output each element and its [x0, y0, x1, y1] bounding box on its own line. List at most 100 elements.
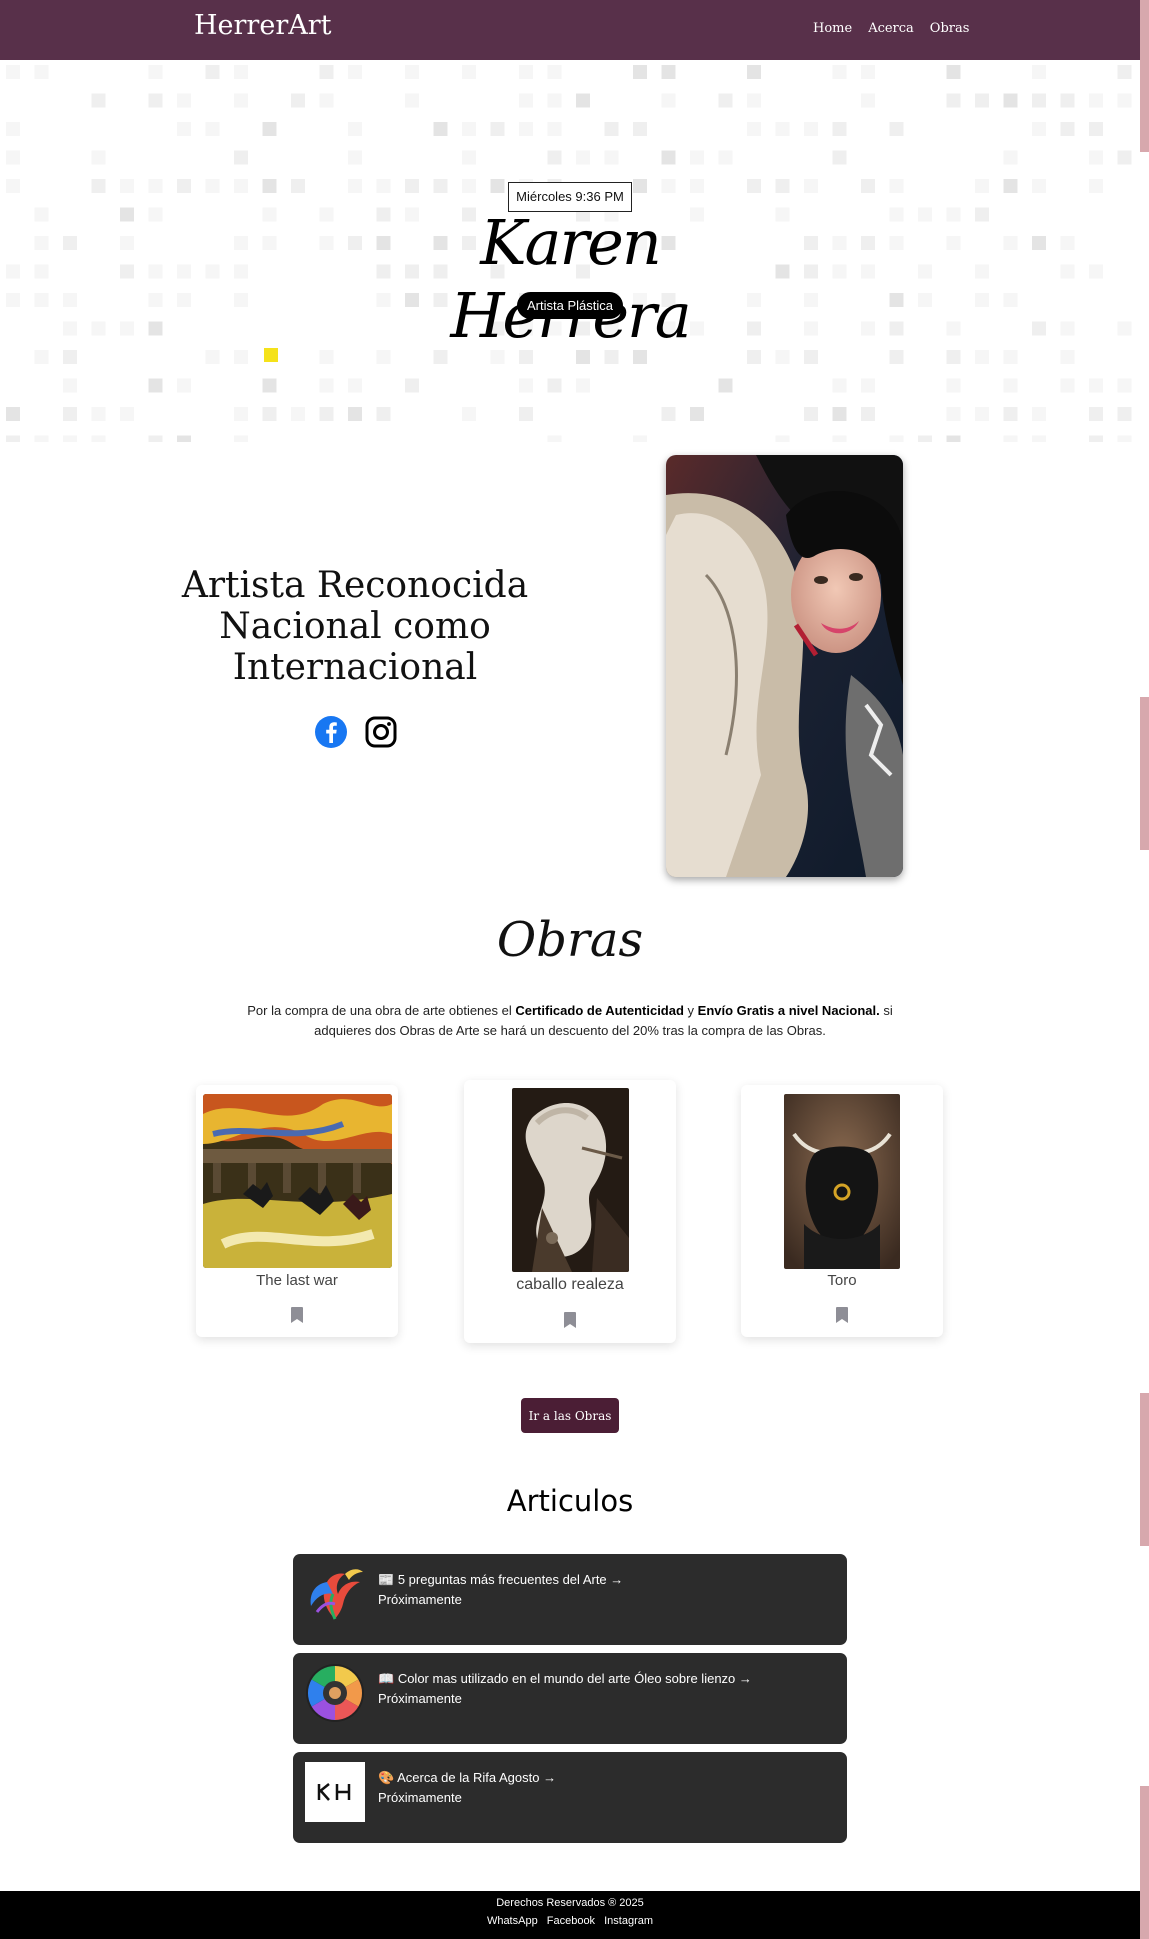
artwork-title: caballo realeza — [516, 1276, 624, 1293]
hero-grid-cell — [1089, 378, 1103, 393]
hero-grid-cell — [177, 122, 191, 136]
hero-grid-cell — [690, 150, 704, 165]
hero-grid-cell — [120, 264, 134, 279]
hero-grid-cell — [718, 150, 733, 165]
hero-grid-cell — [1032, 236, 1046, 250]
hero-grid-cell — [889, 179, 904, 193]
hero-grid-cell — [177, 378, 191, 393]
hero-grid-cell — [547, 93, 562, 108]
hero-grid-cell — [490, 122, 505, 136]
article-card[interactable]: 📖 Color mas utilizado en el mundo del ar… — [293, 1653, 847, 1744]
article-status: Próximamente — [378, 1691, 462, 1706]
nav-link-obras[interactable]: Obras — [930, 21, 970, 36]
hero-grid-cell — [462, 65, 476, 79]
artwork-image-the-last-war[interactable] — [203, 1094, 392, 1268]
hero-grid-cell — [519, 378, 533, 393]
hero-grid-cell — [6, 435, 20, 442]
hero-grid-cell — [946, 407, 961, 421]
hero-grid-cell — [804, 293, 818, 307]
hero-grid-cell — [633, 179, 647, 193]
article-card[interactable]: 📰 5 preguntas más frecuentes del Arte → … — [293, 1554, 847, 1645]
hero-grid-cell — [946, 93, 961, 108]
hero-grid-cell — [975, 179, 989, 193]
hero-grid-cell — [148, 65, 163, 79]
hero-grid-cell — [319, 207, 334, 222]
bookmark-icon[interactable] — [563, 1312, 577, 1328]
artist-name-title: Karen Herrera — [450, 206, 691, 352]
hero-grid-cell — [661, 407, 676, 421]
hero-grid-cell — [661, 150, 676, 165]
hero-grid-cell — [205, 65, 220, 79]
footer-link-facebook[interactable]: Facebook — [547, 1915, 595, 1927]
hero-grid-cell — [148, 378, 163, 393]
artwork-card[interactable]: caballo realeza — [464, 1080, 676, 1343]
hero-grid-cell — [918, 264, 932, 279]
copyright-text: Derechos Reservados ® 2025 — [496, 1897, 644, 1909]
article-card[interactable]: 🎨 Acerca de la Rifa Agosto → Próximament… — [293, 1752, 847, 1843]
hero-grid-cell — [747, 179, 761, 193]
hero-grid-cell — [975, 350, 989, 364]
hero-grid-cell — [861, 264, 875, 279]
hero-grid-cell — [1060, 122, 1075, 136]
right-accent-mark — [1140, 1393, 1149, 1546]
hero-grid-cell — [1032, 65, 1046, 79]
hero-grid-cell — [120, 179, 134, 193]
nav-link-home[interactable]: Home — [813, 21, 852, 36]
hero-grid-cell — [6, 150, 20, 165]
obras-section-title: Obras — [496, 912, 644, 968]
hero-grid-cell — [604, 350, 619, 364]
hero-grid-cell — [747, 93, 761, 108]
hero-grid-cell — [1032, 435, 1046, 442]
hero-grid-cell — [918, 293, 932, 307]
hero-grid-cell — [177, 179, 191, 193]
hero-grid-cell — [775, 122, 790, 136]
hero-grid-cell — [120, 407, 134, 421]
hero-grid-cell — [861, 236, 875, 250]
instagram-icon[interactable] — [364, 715, 398, 749]
hero-grid-cell — [91, 435, 106, 442]
hero-grid-cell — [262, 122, 277, 136]
artist-role-badge: Artista Plástica — [517, 292, 623, 319]
hero-grid-cell — [1060, 378, 1075, 393]
hero-grid-cell — [519, 122, 533, 136]
hero-grid-cell — [775, 264, 790, 279]
footer-link-instagram[interactable]: Instagram — [604, 1915, 653, 1927]
hero-grid-cell — [120, 321, 134, 336]
hero-grid-cell — [1060, 350, 1075, 364]
hero-grid-cell — [319, 407, 334, 421]
hero-grid-cell — [1117, 65, 1132, 79]
bookmark-icon[interactable] — [835, 1307, 849, 1323]
nav-links: Home Acerca Obras — [813, 21, 969, 36]
hero-grid-cell — [661, 65, 676, 79]
hero-grid-cell — [832, 65, 847, 79]
artwork-image-toro[interactable] — [784, 1094, 900, 1269]
bookmark-icon[interactable] — [290, 1307, 304, 1323]
hero-grid-cell — [405, 179, 419, 193]
social-links — [314, 715, 398, 749]
artwork-image-caballo-realeza[interactable] — [512, 1088, 629, 1272]
brand-logo[interactable]: HerrerArt — [194, 10, 331, 41]
hero-grid-cell — [262, 407, 277, 421]
hero-grid-cell — [576, 93, 590, 108]
hero-grid-cell — [234, 236, 248, 250]
hero-grid-cell — [63, 378, 77, 393]
hero-grid-cell — [747, 350, 761, 364]
hero-grid-cell — [804, 407, 818, 421]
artwork-card[interactable]: The last war — [196, 1085, 398, 1337]
nav-link-acerca[interactable]: Acerca — [868, 21, 914, 36]
go-to-obras-button[interactable]: Ir a las Obras — [521, 1398, 619, 1433]
hero-grid-cell — [547, 122, 562, 136]
artwork-card[interactable]: Toro — [741, 1085, 943, 1337]
hero-grid-cell — [1032, 179, 1046, 193]
hero-grid-cell — [946, 236, 961, 250]
artwork-title: The last war — [256, 1272, 338, 1289]
footer-link-whatsapp[interactable]: WhatsApp — [487, 1915, 538, 1927]
hero-grid-cell — [490, 179, 505, 193]
hero-grid-cell — [319, 236, 334, 250]
certificate-highlight: Certificado de Autenticidad — [515, 1003, 684, 1018]
hero-grid-cell — [889, 122, 904, 136]
hero-grid-cell — [319, 93, 334, 108]
hero-grid-cell — [889, 350, 904, 364]
facebook-icon[interactable] — [314, 715, 348, 749]
hero-grid-cell — [604, 122, 619, 136]
